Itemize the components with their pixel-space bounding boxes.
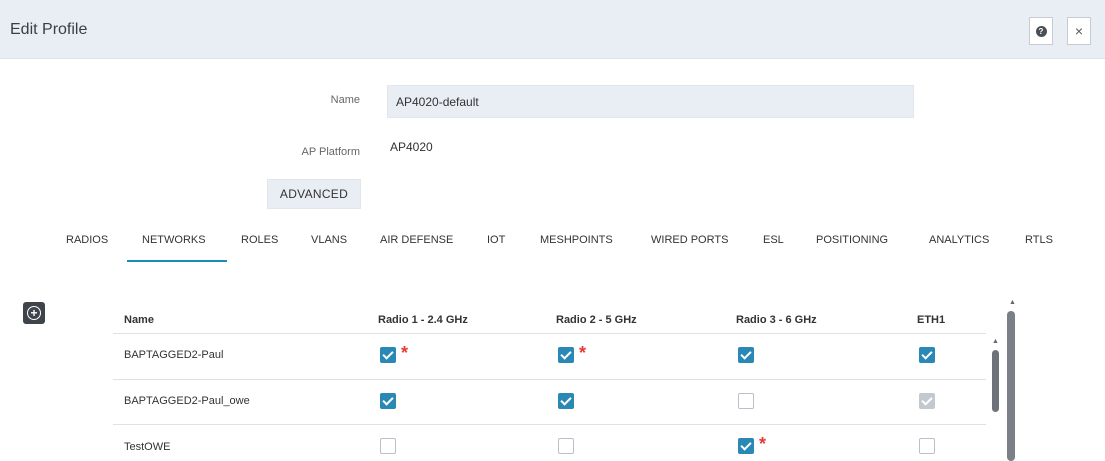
tab-wired-ports[interactable]: WIRED PORTS <box>651 234 728 246</box>
eth1-checkbox[interactable] <box>919 438 935 454</box>
tab-analytics[interactable]: ANALYTICS <box>929 234 989 246</box>
table-scroll-up-arrow-icon[interactable]: ▲ <box>992 338 999 345</box>
radio2-checkbox[interactable] <box>558 393 574 409</box>
table-row-name: BAPTAGGED2-Paul_owe <box>124 395 250 407</box>
add-network-button[interactable]: + <box>23 302 45 324</box>
ap-platform-value: AP4020 <box>390 140 433 154</box>
tab-networks[interactable]: NETWORKS <box>142 234 206 246</box>
radio2-checkbox[interactable] <box>558 347 574 363</box>
column-header-eth1: ETH1 <box>917 314 946 326</box>
table-scrollbar-thumb[interactable] <box>992 350 999 412</box>
radio3-checkbox[interactable] <box>738 438 754 454</box>
scroll-up-arrow-icon[interactable]: ▲ <box>1009 299 1016 306</box>
radio3-checkbox[interactable] <box>738 347 754 363</box>
radio3-checkbox[interactable] <box>738 393 754 409</box>
tab-radios[interactable]: RADIOS <box>66 234 108 246</box>
tab-air-defense[interactable]: AIR DEFENSE <box>380 234 453 246</box>
dialog-header: Edit Profile ? × <box>0 0 1105 59</box>
column-header-radio1: Radio 1 - 2.4 GHz <box>378 314 468 326</box>
active-tab-indicator <box>127 260 227 262</box>
outer-scrollbar[interactable] <box>1007 311 1015 461</box>
column-header-name: Name <box>124 314 154 326</box>
ap-platform-label: AP Platform <box>301 146 361 158</box>
column-header-radio2: Radio 2 - 5 GHz <box>556 314 637 326</box>
tab-vlans[interactable]: VLANS <box>311 234 347 246</box>
help-button[interactable]: ? <box>1029 17 1053 45</box>
advanced-button[interactable]: ADVANCED <box>267 179 361 209</box>
eth1-checkbox[interactable] <box>919 347 935 363</box>
tab-roles[interactable]: ROLES <box>241 234 278 246</box>
radio2-checkbox[interactable] <box>558 438 574 454</box>
close-icon: × <box>1074 23 1084 39</box>
close-button[interactable]: × <box>1067 17 1091 45</box>
name-input[interactable] <box>387 85 914 118</box>
row-divider <box>113 424 986 425</box>
radio1-checkbox[interactable] <box>380 438 396 454</box>
name-label: Name <box>330 94 360 106</box>
eth1-checkbox <box>919 393 935 409</box>
outer-scrollbar-thumb[interactable] <box>1007 311 1015 461</box>
tab-positioning[interactable]: POSITIONING <box>816 234 888 246</box>
dialog-title: Edit Profile <box>10 21 88 38</box>
tab-rtls[interactable]: RTLS <box>1025 234 1053 246</box>
required-marker: * <box>759 434 767 454</box>
radio1-checkbox[interactable] <box>380 347 396 363</box>
tab-meshpoints[interactable]: MESHPOINTS <box>540 234 613 246</box>
radio1-checkbox[interactable] <box>380 393 396 409</box>
table-row-name: TestOWE <box>124 441 171 453</box>
required-marker: * <box>579 343 587 363</box>
tab-iot[interactable]: IOT <box>487 234 505 246</box>
row-divider <box>113 379 986 380</box>
required-marker: * <box>401 343 409 363</box>
plus-circle-icon: + <box>27 306 41 320</box>
table-row-name: BAPTAGGED2-Paul <box>124 349 224 361</box>
question-circle-icon: ? <box>1035 25 1047 37</box>
table-header-divider <box>113 333 986 334</box>
tab-esl[interactable]: ESL <box>763 234 784 246</box>
column-header-radio3: Radio 3 - 6 GHz <box>736 314 817 326</box>
